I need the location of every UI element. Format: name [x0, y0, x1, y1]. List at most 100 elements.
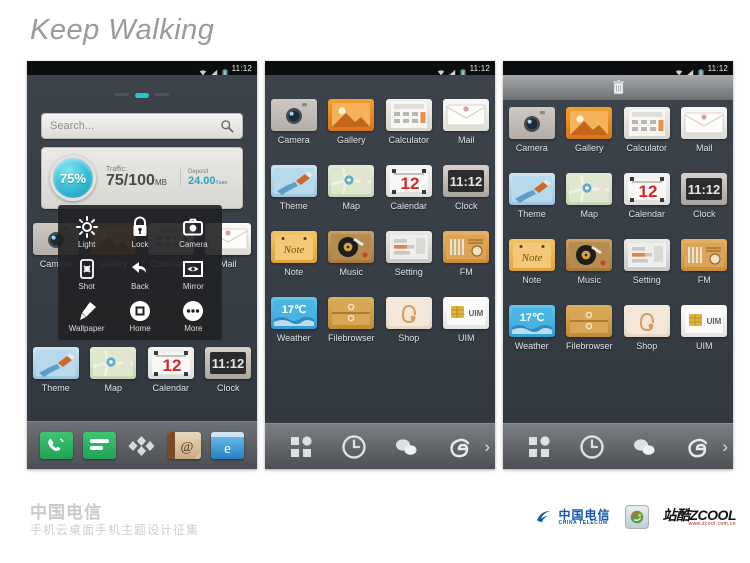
quick-settings-popup[interactable]: Light Lock Camera Shot Back Mirror Wallpaper Ho… [58, 205, 222, 340]
app-icon-shop[interactable]: Shop [380, 297, 438, 343]
app-icon-camera[interactable]: Camera [503, 107, 561, 153]
weather-icon[interactable]: 17℃ [508, 305, 555, 337]
quick-action-more[interactable]: More [167, 296, 220, 338]
app-icon-clock[interactable]: 11:12 Clock [438, 165, 496, 211]
search-input[interactable]: Search... [41, 113, 243, 139]
app-icon-filebrowser[interactable]: Filebrowser [323, 297, 381, 343]
fm-radio-icon[interactable] [443, 231, 490, 263]
quick-action-home[interactable]: Home [113, 296, 166, 338]
app-icon-mail[interactable]: Mail [438, 99, 496, 145]
music-icon[interactable] [566, 239, 613, 271]
app-icon-setting[interactable]: Setting [618, 239, 676, 285]
quick-action-shot[interactable]: Shot [60, 253, 113, 295]
app-icon-mail[interactable]: Mail [676, 107, 734, 153]
setting-icon[interactable] [623, 239, 670, 271]
lock-icon[interactable] [129, 216, 151, 238]
quick-action-back[interactable]: Back [113, 253, 166, 295]
app-icon-setting[interactable]: Setting [380, 231, 438, 277]
nav-chat-bubbles-icon[interactable] [393, 434, 419, 460]
nav-clock-icon[interactable] [579, 434, 605, 460]
map-icon[interactable] [328, 165, 375, 197]
app-icon-theme[interactable]: Theme [503, 173, 561, 219]
search-icon[interactable] [220, 119, 234, 133]
app-icon-clock[interactable]: 11:12 Clock [676, 173, 734, 219]
quick-action-lock[interactable]: Lock [113, 211, 166, 253]
app-icon-calendar[interactable]: 12 Calendar [618, 173, 676, 219]
app-drawer-diamond-icon[interactable] [125, 432, 158, 459]
note-icon[interactable]: Note [270, 231, 317, 263]
app-icon-weather[interactable]: 17℃ Weather [503, 305, 561, 351]
nav-swirl-e-icon[interactable] [684, 434, 710, 460]
quick-action-wallpaper[interactable]: Wallpaper [60, 296, 113, 338]
app-icon-uim[interactable]: UIM UIM [676, 305, 734, 351]
app-icon-calendar[interactable]: 12 Calendar [142, 347, 200, 393]
page-dot[interactable] [115, 93, 129, 96]
screenshot-icon[interactable] [76, 258, 98, 280]
camera-icon[interactable] [508, 107, 555, 139]
app-icon-uim[interactable]: UIM UIM [438, 297, 496, 343]
calendar-icon[interactable]: 12 [385, 165, 432, 197]
mail-icon[interactable] [443, 99, 490, 131]
app-icon-weather[interactable]: 17℃ Weather [265, 297, 323, 343]
clock-icon[interactable]: 11:12 [205, 347, 252, 379]
page-dot-active[interactable] [135, 93, 149, 98]
camera-icon[interactable] [270, 99, 317, 131]
nav-swirl-e-icon[interactable] [446, 434, 472, 460]
sms-icon[interactable] [82, 432, 116, 459]
nav-clock-icon[interactable] [341, 434, 367, 460]
app-icon-theme[interactable]: Theme [265, 165, 323, 211]
phone-icon[interactable] [39, 432, 73, 459]
app-icon-map[interactable]: Map [85, 347, 143, 393]
app-icon-theme[interactable]: Theme [27, 347, 85, 393]
app-icon-calendar[interactable]: 12 Calendar [380, 165, 438, 211]
app-icon-map[interactable]: Map [561, 173, 619, 219]
quick-action-camera[interactable]: Camera [167, 211, 220, 253]
back-arrow-icon[interactable] [129, 258, 151, 280]
app-icon-music[interactable]: Music [561, 239, 619, 285]
shop-icon[interactable] [623, 305, 670, 337]
weather-icon[interactable]: 17℃ [270, 297, 317, 329]
browser-e-icon[interactable]: e [211, 432, 245, 459]
nav-chat-bubbles-icon[interactable] [631, 434, 657, 460]
clock-icon[interactable]: 11:12 [443, 165, 490, 197]
uim-card-icon[interactable]: UIM [443, 297, 490, 329]
mail-icon[interactable] [681, 107, 728, 139]
app-icon-note[interactable]: Note Note [265, 231, 323, 277]
nav-next-chevron-icon[interactable]: › [484, 437, 490, 457]
app-icon-calculator[interactable]: Calculator [380, 99, 438, 145]
camera-icon[interactable] [182, 216, 204, 238]
calculator-icon[interactable] [385, 99, 432, 131]
quick-action-mirror[interactable]: Mirror [167, 253, 220, 295]
more-dots-icon[interactable] [182, 300, 204, 322]
theme-icon[interactable] [32, 347, 79, 379]
nav-next-chevron-icon[interactable]: › [722, 437, 728, 457]
calculator-icon[interactable] [623, 107, 670, 139]
app-icon-fm[interactable]: FM [438, 231, 496, 277]
brush-icon[interactable] [76, 300, 98, 322]
theme-icon[interactable] [508, 173, 555, 205]
app-icon-camera[interactable]: Camera [265, 99, 323, 145]
filebrowser-icon[interactable] [328, 297, 375, 329]
clock-icon[interactable]: 11:12 [681, 173, 728, 205]
music-icon[interactable] [328, 231, 375, 263]
brightness-icon[interactable] [75, 215, 98, 238]
app-icon-fm[interactable]: FM [676, 239, 734, 285]
at-mail-icon[interactable]: @ [168, 432, 202, 459]
app-icon-map[interactable]: Map [323, 165, 381, 211]
calendar-icon[interactable]: 12 [147, 347, 194, 379]
shop-icon[interactable] [385, 297, 432, 329]
app-icon-clock[interactable]: 11:12 Clock [200, 347, 258, 393]
nav-grid-icon[interactable] [526, 434, 552, 460]
app-icon-calculator[interactable]: Calculator [618, 107, 676, 153]
note-icon[interactable]: Note [508, 239, 555, 271]
uim-card-icon[interactable]: UIM [681, 305, 728, 337]
eye-mirror-icon[interactable] [182, 258, 204, 280]
app-icon-gallery[interactable]: Gallery [561, 107, 619, 153]
theme-icon[interactable] [270, 165, 317, 197]
quick-action-light[interactable]: Light [60, 211, 113, 253]
app-icon-gallery[interactable]: Gallery [323, 99, 381, 145]
app-icon-filebrowser[interactable]: Filebrowser [561, 305, 619, 351]
fm-radio-icon[interactable] [681, 239, 728, 271]
traffic-widget[interactable]: 75% Traffic: 75/100MB Deposit 24.00Yuan [41, 147, 243, 209]
app-icon-shop[interactable]: Shop [618, 305, 676, 351]
